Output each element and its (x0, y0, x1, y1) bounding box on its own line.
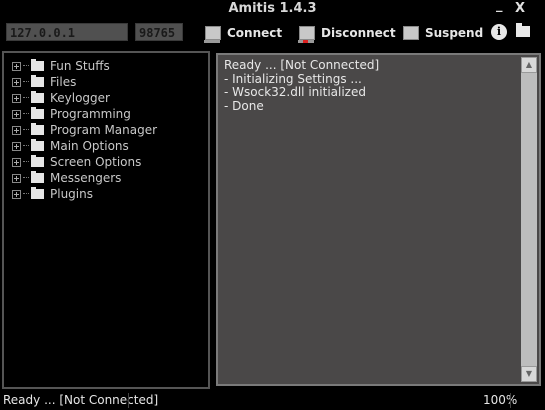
port-field[interactable]: 98765 (135, 23, 183, 41)
expand-icon[interactable] (12, 125, 21, 135)
log-line: - Done (224, 98, 264, 113)
expand-icon[interactable] (12, 189, 21, 199)
tree-item-label: Screen Options (50, 155, 142, 169)
ip-address-field[interactable]: 127.0.0.1 (6, 23, 128, 41)
folder-icon (31, 171, 44, 183)
tree-item-plugins[interactable]: Plugins (12, 186, 93, 202)
info-icon[interactable]: i (491, 24, 507, 40)
status-percent: 100% (483, 393, 518, 407)
folder-icon[interactable] (516, 23, 530, 37)
folder-icon (31, 123, 44, 135)
window-title: Amitis 1.4.3 (228, 1, 317, 16)
connect-label: Connect (227, 26, 283, 40)
folder-icon (31, 75, 44, 87)
feature-tree: Fun Stuffs Files Keylogger Programming P… (2, 51, 210, 389)
tree-item-label: Fun Stuffs (50, 59, 110, 73)
minimize-button[interactable]: _ (496, 0, 503, 13)
folder-icon (31, 91, 44, 103)
scroll-up-arrow-icon[interactable]: ▲ (521, 57, 537, 73)
tree-item-screen-options[interactable]: Screen Options (12, 154, 141, 170)
folder-icon (31, 155, 44, 167)
tree-item-messengers[interactable]: Messengers (12, 170, 121, 186)
status-divider (128, 393, 129, 408)
connect-button[interactable]: Connect (204, 23, 283, 43)
log-scrollbar[interactable]: ▲ ▼ (521, 57, 537, 382)
expand-icon[interactable] (12, 173, 21, 183)
expand-icon[interactable] (12, 61, 21, 71)
suspend-button[interactable]: Suspend (403, 23, 483, 43)
folder-icon (31, 187, 44, 199)
expand-icon[interactable] (12, 77, 21, 87)
tree-item-fun-stuffs[interactable]: Fun Stuffs (12, 58, 110, 74)
amitis-window: Amitis 1.4.3 _ X 127.0.0.1 98765 Connect… (0, 0, 545, 410)
log-output[interactable]: Ready ... [Not Connected] - Initializing… (216, 53, 541, 386)
expand-icon[interactable] (12, 93, 21, 103)
disconnect-label: Disconnect (321, 26, 396, 40)
tree-item-label: Plugins (50, 187, 93, 201)
tree-item-label: Messengers (50, 171, 122, 185)
expand-icon[interactable] (12, 109, 21, 119)
monitor-icon (204, 26, 221, 43)
tree-item-label: Programming (50, 107, 131, 121)
tree-item-label: Files (50, 75, 77, 89)
title-bar[interactable]: Amitis 1.4.3 _ X (0, 0, 545, 18)
log-line: Ready ... [Not Connected] (224, 58, 380, 72)
toolbar: 127.0.0.1 98765 Connect Disconnect Suspe… (0, 18, 545, 48)
tree-item-label: Keylogger (50, 91, 110, 105)
tree-item-files[interactable]: Files (12, 74, 76, 90)
tree-item-label: Program Manager (50, 123, 158, 137)
status-text: Ready ... [Not Connected] (3, 393, 159, 407)
log-line: - Wsock32.dll initialized (224, 85, 366, 99)
suspend-label: Suspend (425, 26, 484, 40)
log-line: - Initializing Settings ... (224, 71, 362, 86)
status-bar: Ready ... [Not Connected] 100% (0, 392, 545, 410)
tree-item-programming[interactable]: Programming (12, 106, 131, 122)
log-text: Ready ... [Not Connected] - Initializing… (224, 58, 380, 113)
tree-item-keylogger[interactable]: Keylogger (12, 90, 110, 106)
expand-icon[interactable] (12, 141, 21, 151)
folder-icon (31, 59, 44, 71)
expand-icon[interactable] (12, 157, 21, 167)
tree-item-main-options[interactable]: Main Options (12, 138, 129, 154)
status-divider (510, 393, 511, 408)
monitor-disconnect-icon (298, 26, 315, 43)
disconnect-button[interactable]: Disconnect (298, 23, 396, 43)
tree-item-label: Main Options (50, 139, 129, 153)
suspend-icon (403, 26, 419, 40)
tree-item-program-manager[interactable]: Program Manager (12, 122, 157, 138)
folder-icon (31, 107, 44, 119)
folder-icon (31, 139, 44, 151)
close-button[interactable]: X (515, 1, 525, 16)
scroll-down-arrow-icon[interactable]: ▼ (521, 366, 537, 382)
